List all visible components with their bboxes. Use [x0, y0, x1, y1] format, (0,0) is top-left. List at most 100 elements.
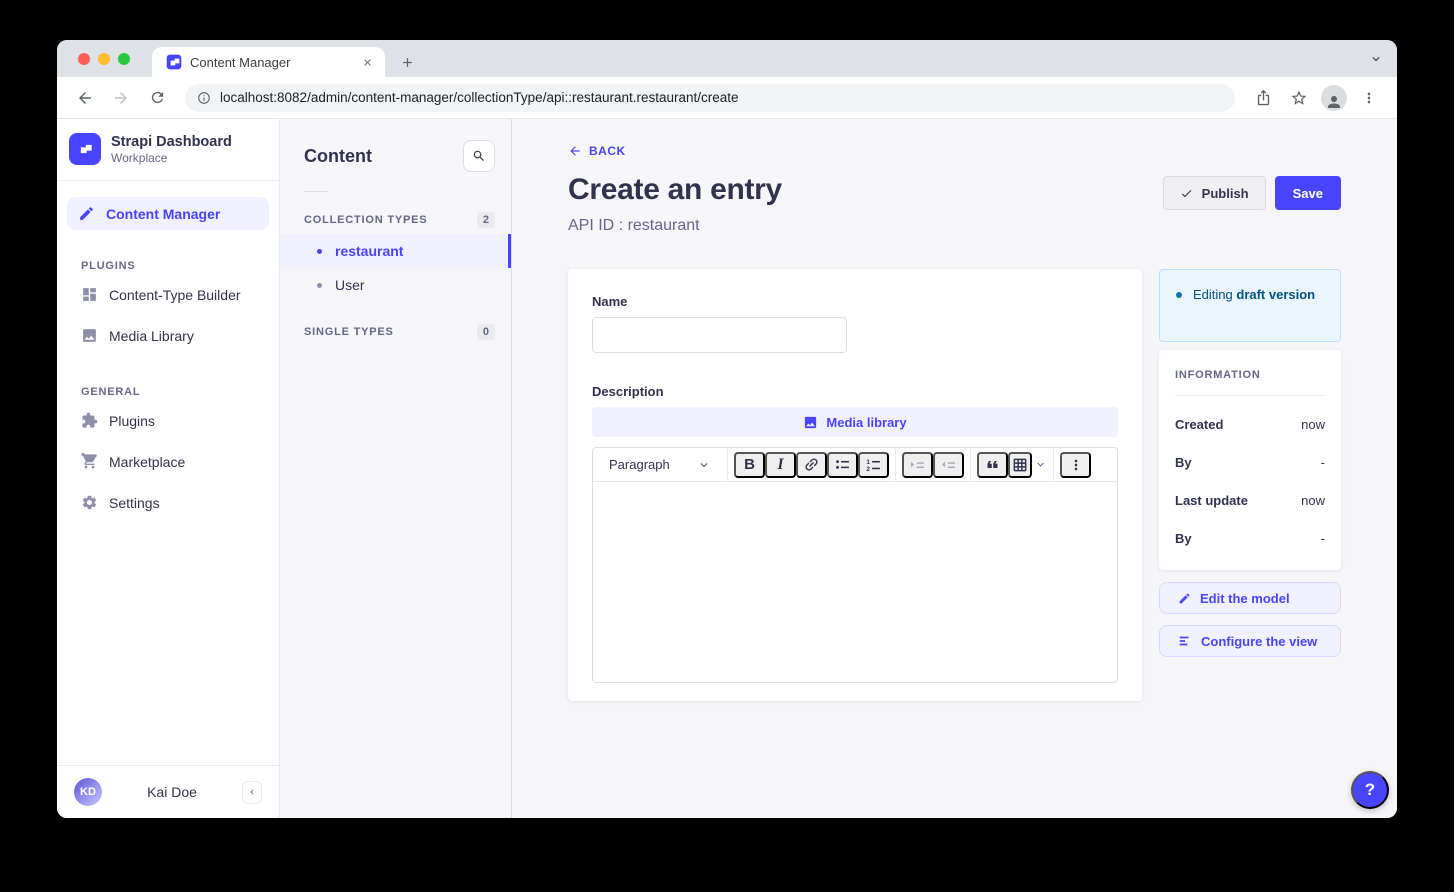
strapi-app: Strapi Dashboard Workplace Content Manag… — [57, 119, 1397, 818]
information-panel: INFORMATION Created now By - Last update — [1159, 350, 1341, 570]
single-types-count: 0 — [477, 324, 495, 340]
bookmark-star-icon[interactable] — [1287, 86, 1311, 110]
subnav-item-label: restaurant — [335, 243, 403, 259]
publish-label: Publish — [1202, 186, 1249, 201]
description-field-label: Description — [592, 384, 1118, 399]
pencil-icon — [1178, 592, 1191, 605]
collapse-nav-button[interactable] — [242, 781, 262, 804]
group-single-types: SINGLE TYPES — [304, 326, 394, 338]
tab-search-chevron-icon[interactable] — [1369, 52, 1383, 66]
save-button[interactable]: Save — [1275, 176, 1341, 210]
media-library-button[interactable]: Media library — [592, 407, 1118, 437]
nav-footer: KD Kai Doe — [57, 765, 279, 818]
search-button[interactable] — [463, 140, 495, 172]
link-button[interactable] — [796, 452, 827, 478]
strapi-favicon-icon — [166, 54, 182, 70]
numbered-list-button[interactable]: 12 — [858, 452, 889, 478]
url-bar[interactable]: localhost:8082/admin/content-manager/col… — [185, 84, 1235, 112]
browser-forward-icon[interactable] — [109, 86, 133, 110]
subnav-title: Content — [304, 146, 372, 167]
page-title: Create an entry — [568, 173, 782, 207]
configure-view-button[interactable]: Configure the view — [1159, 625, 1341, 657]
quote-button[interactable] — [977, 452, 1008, 478]
help-button[interactable]: ? — [1351, 771, 1389, 809]
draft-status-box: Editing draft version — [1159, 269, 1341, 342]
indent-button[interactable] — [902, 452, 933, 478]
configure-view-icon — [1178, 634, 1192, 648]
content-type-builder-icon — [81, 286, 98, 303]
window-close-button[interactable] — [78, 53, 90, 65]
information-divider — [1175, 395, 1325, 396]
info-row-updated-by: By - — [1175, 531, 1325, 546]
cart-icon — [81, 453, 98, 470]
check-icon — [1180, 187, 1193, 200]
bullet-list-button[interactable] — [827, 452, 858, 478]
avatar[interactable]: KD — [74, 778, 102, 806]
sidebar-item-label: Content-Type Builder — [109, 287, 241, 303]
edit-model-button[interactable]: Edit the model — [1159, 582, 1341, 614]
content-subnav: Content COLLECTION TYPES 2 restaurant Us… — [280, 119, 512, 818]
sidebar-item-settings[interactable]: Settings — [57, 482, 279, 523]
publish-button[interactable]: Publish — [1163, 176, 1266, 210]
table-button[interactable] — [1008, 452, 1032, 478]
collection-types-count: 2 — [477, 212, 495, 228]
browser-reload-icon[interactable] — [145, 86, 169, 110]
subnav-item-label: User — [335, 277, 365, 293]
editor-toolbar: Paragraph B I — [593, 448, 1117, 482]
subnav-item-restaurant[interactable]: restaurant — [280, 234, 511, 268]
chevron-down-icon[interactable] — [1034, 458, 1047, 471]
sidebar-item-label: Marketplace — [109, 454, 185, 470]
tab-close-icon[interactable] — [359, 54, 375, 70]
browser-back-icon[interactable] — [73, 86, 97, 110]
sidebar-item-content-type-builder[interactable]: Content-Type Builder — [57, 274, 279, 315]
table-icon — [1012, 457, 1028, 473]
browser-tab[interactable]: Content Manager — [152, 47, 385, 77]
sidebar-item-label: Plugins — [109, 413, 155, 429]
info-row-last-update: Last update now — [1175, 493, 1325, 508]
browser-menu-icon[interactable] — [1357, 86, 1381, 110]
sidebar-item-content-manager[interactable]: Content Manager — [67, 197, 269, 230]
more-options-button[interactable] — [1060, 452, 1091, 478]
subnav-divider — [304, 191, 328, 192]
sidebar-item-plugins[interactable]: Plugins — [57, 400, 279, 441]
entry-form-card: Name Description Media library Paragraph — [568, 269, 1142, 701]
italic-icon: I — [777, 456, 783, 474]
user-name: Kai Doe — [102, 784, 242, 800]
link-icon — [799, 452, 823, 476]
main-nav: Strapi Dashboard Workplace Content Manag… — [57, 119, 280, 818]
browser-profile-avatar[interactable] — [1321, 85, 1347, 111]
info-row-created: Created now — [1175, 417, 1325, 432]
name-input[interactable] — [592, 317, 847, 353]
share-icon[interactable] — [1251, 86, 1275, 110]
window-zoom-button[interactable] — [118, 53, 130, 65]
outdent-button[interactable] — [933, 452, 964, 478]
bold-button[interactable]: B — [734, 452, 765, 478]
block-type-value: Paragraph — [609, 457, 670, 472]
media-library-label: Media library — [826, 415, 906, 430]
brand: Strapi Dashboard Workplace — [57, 119, 279, 180]
sidebar-item-marketplace[interactable]: Marketplace — [57, 441, 279, 482]
block-type-select[interactable]: Paragraph — [599, 448, 721, 481]
puzzle-icon — [81, 412, 98, 429]
italic-button[interactable]: I — [765, 452, 796, 478]
back-link[interactable]: BACK — [568, 144, 626, 158]
subnav-item-user[interactable]: User — [280, 268, 511, 302]
rich-text-input[interactable] — [593, 482, 1117, 682]
bullet-icon — [317, 283, 322, 288]
status-dot-icon — [1176, 292, 1182, 298]
bold-icon: B — [744, 456, 755, 473]
image-icon — [803, 415, 818, 430]
svg-text:2: 2 — [866, 466, 870, 473]
browser-toolbar: localhost:8082/admin/content-manager/col… — [57, 77, 1397, 119]
browser-tab-bar: Content Manager — [57, 40, 1397, 77]
gear-icon — [81, 494, 98, 511]
toolbar-separator — [1053, 448, 1054, 481]
bullet-list-icon — [834, 456, 851, 473]
site-info-icon[interactable] — [197, 91, 211, 105]
strapi-logo-icon — [69, 133, 101, 165]
media-library-icon — [81, 327, 98, 344]
new-tab-button[interactable] — [393, 48, 421, 76]
sidebar-item-media-library[interactable]: Media Library — [57, 315, 279, 356]
window-minimize-button[interactable] — [98, 53, 110, 65]
toolbar-separator — [727, 448, 728, 481]
